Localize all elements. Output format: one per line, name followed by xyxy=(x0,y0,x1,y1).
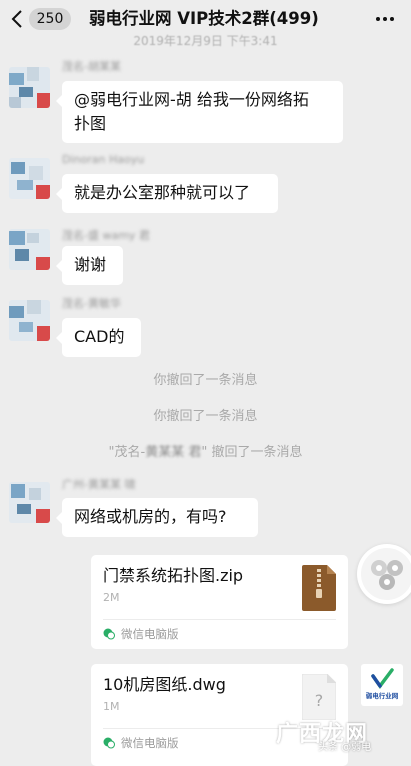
message-text: @弱电行业网-胡 给我一份网络拓 xyxy=(74,90,309,109)
sender-name: 茂名-胡某某 xyxy=(62,60,121,73)
message-bubble[interactable]: 就是办公室那种就可以了 xyxy=(56,174,278,213)
message-timestamp: 2019年12月9日 下午3:41 xyxy=(133,34,278,48)
file-source-label: 微信电脑版 xyxy=(121,627,179,641)
sender-name: 茂名-黄敏华 xyxy=(62,297,121,310)
message-text: 扑图 xyxy=(74,114,107,133)
message-text: 谢谢 xyxy=(74,255,107,274)
recall-notice-other: "茂名-黄某某 君" 撤回了一条消息 xyxy=(0,444,411,462)
floating-widget[interactable] xyxy=(357,544,411,604)
avatar[interactable] xyxy=(9,158,50,199)
notice-sender-name: 黄某某 君 xyxy=(145,445,202,460)
svg-text:?: ? xyxy=(315,691,324,710)
recall-notice: 你撤回了一条消息 xyxy=(153,373,258,388)
message-text: 就是办公室那种就可以了 xyxy=(74,183,251,202)
file-message-card[interactable]: 10机房图纸.dwg 1M ? 微信电脑版 xyxy=(91,664,348,766)
sender-name: 茂名-盛 wamy 君 xyxy=(62,229,150,242)
wechat-pc-icon xyxy=(103,737,115,749)
unread-count-badge[interactable]: 250 xyxy=(29,8,71,30)
chat-header: 250 弱电行业网 VIP技术2群(499) xyxy=(0,0,411,38)
file-name: 10机房图纸.dwg xyxy=(103,675,226,694)
message-text: CAD的 xyxy=(74,327,125,346)
file-name: 门禁系统拓扑图.zip xyxy=(103,566,244,585)
network-graphic-icon xyxy=(361,548,411,600)
avatar[interactable] xyxy=(9,67,50,108)
notice-suffix: " 撤回了一条消息 xyxy=(201,445,303,460)
message-bubble[interactable]: 网络或机房的，有吗? xyxy=(56,498,258,537)
message-bubble[interactable]: 谢谢 xyxy=(56,246,123,285)
message-bubble[interactable]: @弱电行业网-胡 给我一份网络拓 扑图 xyxy=(56,81,343,143)
zip-file-icon xyxy=(302,565,336,611)
sender-name: Dinoran Haoyu xyxy=(62,153,145,166)
file-source: 微信电脑版 xyxy=(103,626,179,642)
avatar[interactable] xyxy=(9,482,50,523)
card-divider xyxy=(103,619,336,620)
file-source-label: 微信电脑版 xyxy=(121,736,179,750)
file-size: 2M xyxy=(103,591,120,604)
back-arrow-icon[interactable] xyxy=(10,9,24,29)
notice-quote-prefix: "茂名- xyxy=(108,445,146,460)
brand-name: 弱电行业网 xyxy=(365,692,399,700)
message-bubble[interactable]: CAD的 xyxy=(56,318,141,357)
file-message-card[interactable]: 门禁系统拓扑图.zip 2M 微信电脑版 xyxy=(91,555,348,649)
more-options-icon[interactable] xyxy=(376,17,394,21)
avatar[interactable] xyxy=(9,300,50,341)
message-text: 网络或机房的，有吗? xyxy=(74,507,227,526)
brand-avatar[interactable]: 弱电行业网 xyxy=(361,664,403,706)
watermark-sub: 头条 @弱电 xyxy=(318,742,372,753)
wechat-pc-icon xyxy=(103,628,115,640)
sender-name: 广州-黄某某 啸 xyxy=(62,478,136,491)
unknown-file-icon: ? xyxy=(302,674,336,720)
file-size: 1M xyxy=(103,700,120,713)
file-source: 微信电脑版 xyxy=(103,735,179,751)
avatar[interactable] xyxy=(9,229,50,270)
chat-title: 弱电行业网 VIP技术2群(499) xyxy=(89,9,319,28)
recall-notice: 你撤回了一条消息 xyxy=(153,409,258,424)
